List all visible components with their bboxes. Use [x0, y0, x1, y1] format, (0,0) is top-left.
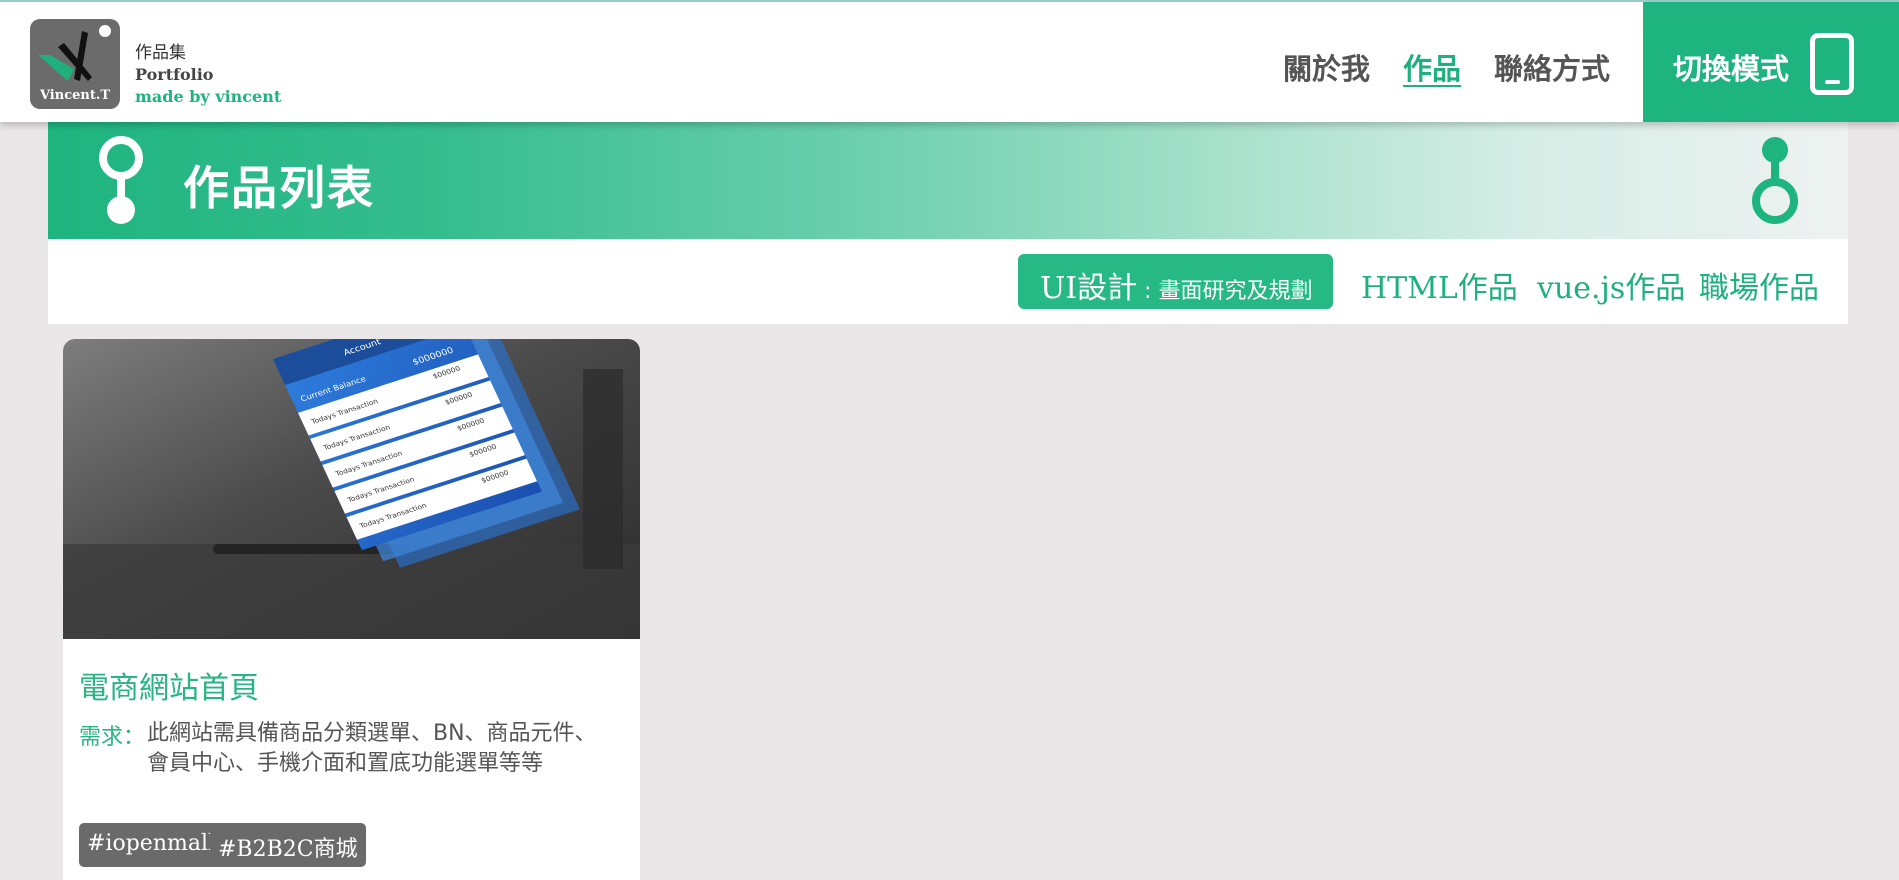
top-navbar: Vincent.T 作品集 Portfolio made by vincent … [0, 0, 1899, 122]
category-filter-bar: UI設計 : 畫面研究及規劃 HTML作品 vue.js作品 職場作品 [48, 239, 1848, 324]
filter-ui-design[interactable]: UI設計 : 畫面研究及規劃 [1018, 254, 1333, 309]
brand-english: Portfolio [135, 65, 214, 84]
portfolio-card[interactable]: Account Current Balance $000000 Todays T… [63, 339, 640, 880]
pin-icon [99, 136, 143, 224]
switch-mode-button[interactable]: 切換模式 [1643, 2, 1899, 122]
tag-b2b2c[interactable]: #B2B2C商城 [210, 823, 366, 867]
logo-name: Vincent.T [39, 88, 111, 103]
tag-iopenmall[interactable]: #iopenmall [79, 823, 224, 867]
requirement-text: 此網站需具備商品分類選單、BN、商品元件、會員中心、手機介面和置底功能選單等等 [147, 721, 597, 776]
mobile-phone-icon [1810, 33, 1854, 95]
nav-works[interactable]: 作品 [1403, 46, 1461, 88]
filter-ui-design-sublabel: : 畫面研究及規劃 [1137, 279, 1313, 304]
site-logo[interactable]: Vincent.T [30, 19, 120, 109]
brand-text: 作品集 Portfolio made by vincent [135, 42, 281, 108]
project-thumbnail[interactable]: Account Current Balance $000000 Todays T… [63, 339, 640, 639]
switch-mode-label: 切換模式 [1673, 52, 1790, 86]
brand-chinese: 作品集 [135, 43, 186, 63]
requirement-label: 需求： [79, 725, 146, 750]
filter-ui-design-label: UI設計 [1040, 271, 1138, 306]
nav-contact[interactable]: 聯絡方式 [1494, 46, 1610, 88]
filter-vuejs[interactable]: vue.js作品 [1537, 263, 1685, 307]
filter-workplace[interactable]: 職場作品 [1699, 263, 1819, 307]
pin-icon [1752, 137, 1798, 224]
card-title[interactable]: 電商網站首頁 [79, 663, 259, 707]
brand-subtitle: made by vincent [135, 87, 282, 106]
filter-html[interactable]: HTML作品 [1361, 263, 1518, 307]
page-title: 作品列表 [183, 161, 375, 215]
nav-about[interactable]: 關於我 [1283, 46, 1370, 88]
section-banner: 作品列表 [48, 122, 1848, 239]
